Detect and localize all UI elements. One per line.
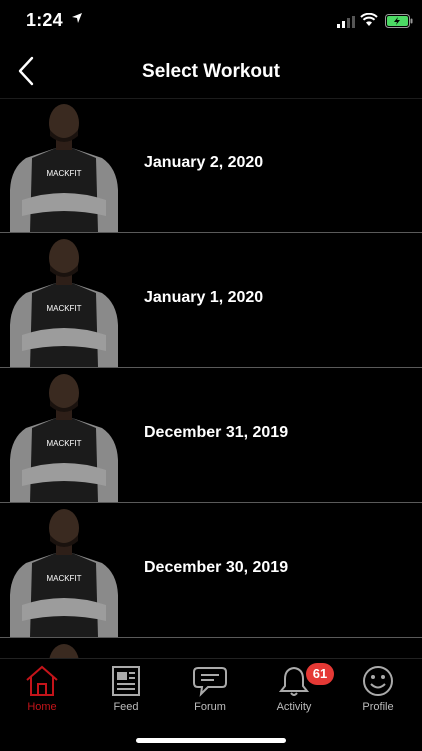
location-arrow-icon [72,13,82,23]
cellular-signal-icon [337,16,355,28]
home-icon [26,665,58,696]
trainer-thumbnail: MACKFIT [10,239,118,367]
tab-home-label: Home [27,701,57,713]
nav-bar: Select Workout [0,44,422,99]
shirt-logo: MACKFIT [46,574,81,583]
tab-home[interactable]: Home [0,659,84,719]
newspaper-icon [112,666,140,696]
tab-feed-label: Feed [113,701,139,713]
smiley-icon [363,666,393,696]
workout-date: December 31, 2019 [144,424,289,441]
wifi-icon [360,13,378,26]
trainer-thumbnail [49,644,79,658]
workout-row[interactable]: MACKFIT January 1, 2020 [0,233,422,368]
workout-row-partial[interactable] [0,638,422,658]
trainer-thumbnail: MACKFIT [10,509,118,637]
trainer-thumbnail: MACKFIT [10,374,118,502]
workout-list[interactable]: MACKFIT January 2, 2020 MACKFIT January … [0,98,422,658]
workout-date: January 2, 2020 [144,154,264,171]
workout-row[interactable]: MACKFIT January 2, 2020 [0,98,422,233]
status-bar: 1:24 [0,0,422,44]
tab-profile[interactable]: Profile [336,659,420,719]
tab-forum-label: Forum [194,701,226,713]
status-time: 1:24 [26,10,63,30]
tab-profile-label: Profile [362,701,394,713]
shirt-logo: MACKFIT [46,169,81,178]
page-title: Select Workout [142,61,280,82]
workout-date: January 1, 2020 [144,289,264,306]
battery-charging-icon [385,14,413,28]
shirt-logo: MACKFIT [46,439,81,448]
workout-row[interactable]: MACKFIT December 30, 2019 [0,503,422,638]
workout-row[interactable]: MACKFIT December 31, 2019 [0,368,422,503]
workout-date: December 30, 2019 [144,559,289,576]
trainer-thumbnail: MACKFIT [10,104,118,232]
tab-activity-label: Activity [276,701,312,713]
shirt-logo: MACKFIT [46,304,81,313]
chat-bubble-icon [193,667,227,697]
tab-feed[interactable]: Feed [84,659,168,719]
activity-badge: 61 [306,663,334,685]
home-indicator[interactable] [136,738,286,743]
tab-forum[interactable]: Forum [168,659,252,719]
